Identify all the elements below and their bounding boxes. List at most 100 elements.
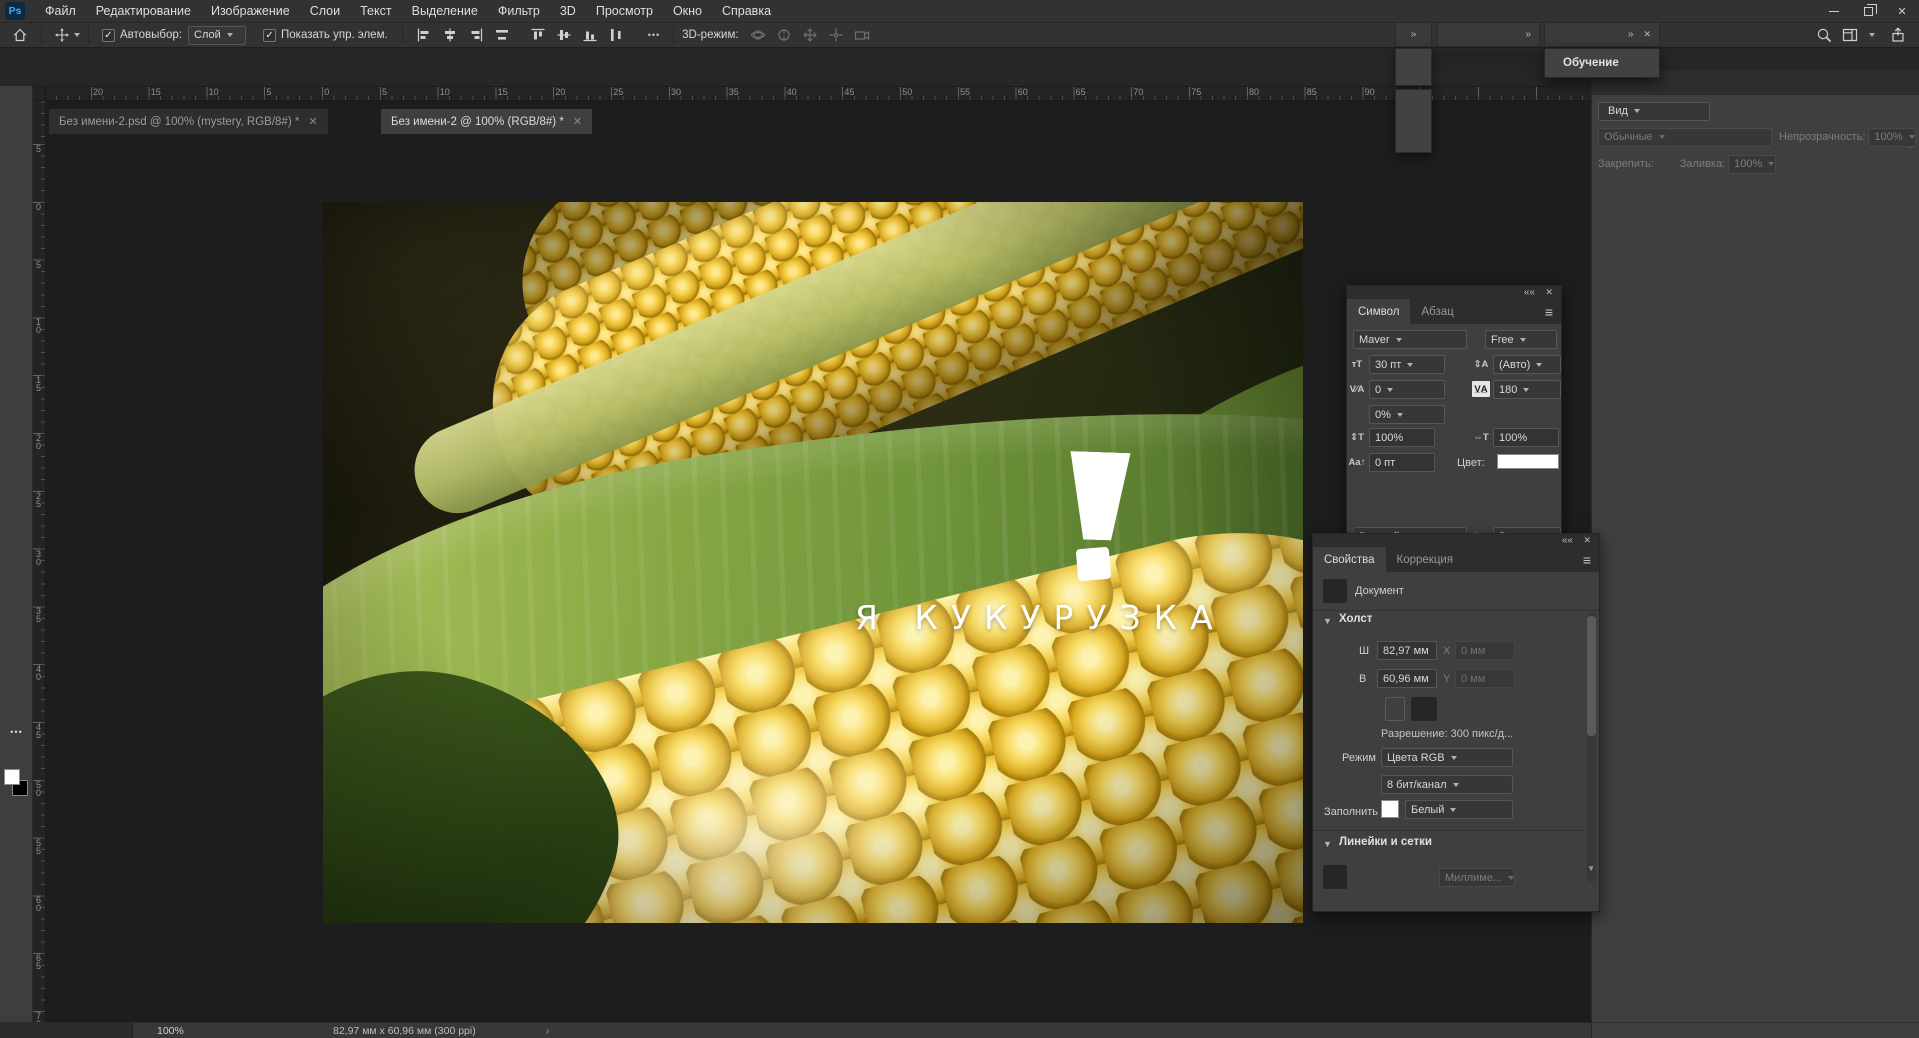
collapse-strip-2[interactable]: » (1437, 22, 1540, 47)
font-style-select[interactable]: Free (1485, 330, 1557, 349)
share-icon[interactable] (1885, 27, 1911, 43)
menu-8[interactable]: 3D (550, 0, 586, 22)
close-strip-icon[interactable]: ✕ (1643, 29, 1651, 40)
section-chevron-icon[interactable]: ▼ (1323, 839, 1332, 849)
workspace-icon[interactable] (1837, 27, 1863, 43)
workspace-chevron-icon[interactable] (1869, 33, 1875, 37)
zoom-level[interactable]: 100% (133, 1025, 263, 1037)
search-icon[interactable] (1811, 27, 1837, 43)
collapse-panel-icon[interactable]: «« (1524, 286, 1535, 299)
align-al3-icon[interactable] (463, 27, 489, 43)
autoselect-checkbox[interactable]: ✓ (102, 29, 115, 42)
canvas-title-text (473, 470, 1073, 580)
align-al2-icon[interactable] (437, 27, 463, 43)
menu-9[interactable]: Просмотр (586, 0, 663, 22)
edit-toolbar-button[interactable]: ••• (2, 727, 31, 737)
leading-select[interactable]: (Авто) (1493, 355, 1561, 374)
align-al4-icon[interactable] (489, 27, 515, 43)
document-tab-1[interactable]: Без имени-2.psd @ 100% (mystery, RGB/8#)… (49, 109, 328, 134)
units-select[interactable]: Миллиме... (1439, 868, 1515, 887)
text-color-swatch[interactable] (1497, 454, 1559, 469)
section-chevron-icon[interactable]: ▼ (1323, 616, 1332, 626)
collapse-strip-1[interactable]: » (1395, 22, 1432, 47)
info-panel-icon[interactable] (1396, 51, 1431, 84)
horizontal-ruler[interactable]: 2015105051015202530354045505560657075808… (33, 87, 1591, 101)
align-al1-icon[interactable] (411, 27, 437, 43)
show-controls-checkbox[interactable]: ✓ (263, 29, 276, 42)
layer-filter-select[interactable]: Вид (1598, 102, 1710, 121)
fill-select[interactable]: 100% (1728, 155, 1776, 174)
collapse-panel-icon[interactable]: «« (1562, 534, 1573, 547)
foreground-color-swatch[interactable] (4, 769, 20, 785)
menu-1[interactable]: Файл (35, 0, 86, 22)
h-ruler-label: 10 (209, 88, 219, 97)
font-size-select[interactable]: 30 пт (1369, 355, 1445, 374)
landscape-orientation-button[interactable] (1411, 697, 1437, 721)
baseline-shift-field[interactable]: 0 пт (1369, 453, 1435, 472)
v-ruler-label: 5 (33, 145, 44, 153)
restore-button[interactable] (1851, 0, 1885, 22)
paragraph-styles-panel-icon[interactable] (1396, 90, 1431, 121)
vertical-scale-field[interactable]: 100% (1369, 428, 1435, 447)
transparency-toggle-button[interactable] (1383, 865, 1407, 889)
kerning-select[interactable]: 0 (1369, 380, 1445, 399)
bit-depth-select[interactable]: 8 бит/канал (1381, 775, 1513, 794)
menu-7[interactable]: Фильтр (488, 0, 550, 22)
move-tool-icon[interactable] (50, 28, 74, 42)
rulers-toggle-button[interactable] (1323, 865, 1347, 889)
portrait-orientation-button[interactable] (1385, 697, 1405, 721)
tab-adjustments[interactable]: Коррекция (1386, 547, 1465, 572)
grid-toggle-button[interactable] (1353, 865, 1377, 889)
panel-menu-icon[interactable]: ≡ (1575, 547, 1599, 572)
close-tab-icon[interactable]: ✕ (308, 115, 317, 128)
tab-character[interactable]: Символ (1347, 299, 1410, 324)
tab-properties[interactable]: Свойства (1313, 547, 1386, 572)
close-panel-icon[interactable]: ✕ (1583, 534, 1591, 547)
fill-color-select[interactable]: Белый (1405, 800, 1513, 819)
home-icon[interactable] (0, 27, 33, 43)
height-field[interactable]: 60,96 мм (1377, 669, 1437, 688)
minimize-button[interactable] (1817, 0, 1851, 22)
scroll-down-icon[interactable]: ▼ (1587, 864, 1595, 873)
tsume-select[interactable]: 0% (1369, 405, 1445, 424)
close-panel-icon[interactable]: ✕ (1545, 286, 1553, 299)
tracking-select[interactable]: 180 (1493, 380, 1561, 399)
close-button[interactable]: ✕ (1885, 0, 1919, 22)
autoselect-target-select[interactable]: Слой (188, 26, 246, 45)
menu-11[interactable]: Справка (712, 0, 781, 22)
tab-paragraph[interactable]: Абзац (1410, 299, 1464, 324)
document-tab-2[interactable]: Без имени-2 @ 100% (RGB/8#) *✕ (381, 109, 592, 134)
close-tab-icon[interactable]: ✕ (573, 115, 582, 128)
align-av2-icon[interactable] (551, 27, 577, 43)
horizontal-scale-field[interactable]: 100% (1493, 428, 1559, 447)
opacity-select[interactable]: 100% (1868, 128, 1916, 147)
learn-panel[interactable]: Обучение (1544, 48, 1660, 78)
status-chevron-icon[interactable]: › (476, 1025, 550, 1037)
align-av4-icon[interactable] (603, 27, 629, 43)
menu-2[interactable]: Редактирование (86, 0, 201, 22)
photoshop-logo-icon[interactable]: Ps (5, 2, 25, 20)
collapse-strip-3[interactable]: »✕ (1544, 22, 1660, 47)
menu-5[interactable]: Текст (350, 0, 401, 22)
panel-menu-icon[interactable]: ≡ (1537, 299, 1561, 324)
align-av1-icon[interactable] (525, 27, 551, 43)
h-ruler-label: 15 (151, 88, 161, 97)
menu-4[interactable]: Слои (300, 0, 350, 22)
menu-10[interactable]: Окно (663, 0, 712, 22)
fill-label: Заполнить (1324, 806, 1378, 818)
menu-3[interactable]: Изображение (201, 0, 300, 22)
width-field[interactable]: 82,97 мм (1377, 641, 1437, 660)
vertical-ruler[interactable]: 5051 01 52 02 53 03 54 04 55 05 56 06 57… (33, 101, 46, 1022)
canvas-document[interactable]: Я КУКУРУЗКА (323, 202, 1303, 923)
menu-6[interactable]: Выделение (402, 0, 488, 22)
y-field[interactable]: 0 мм (1455, 669, 1515, 688)
more-options-button[interactable]: ••• (643, 30, 665, 40)
canvas-fill-swatch[interactable] (1381, 800, 1399, 818)
blend-mode-select[interactable]: Обычные (1598, 128, 1772, 147)
x-field[interactable]: 0 мм (1455, 641, 1515, 660)
color-mode-select[interactable]: Цвета RGB (1381, 748, 1513, 767)
scrollbar[interactable] (1587, 612, 1596, 882)
character-styles-panel-icon[interactable] (1396, 121, 1431, 152)
align-av3-icon[interactable] (577, 27, 603, 43)
font-family-select[interactable]: Maver (1353, 330, 1467, 349)
